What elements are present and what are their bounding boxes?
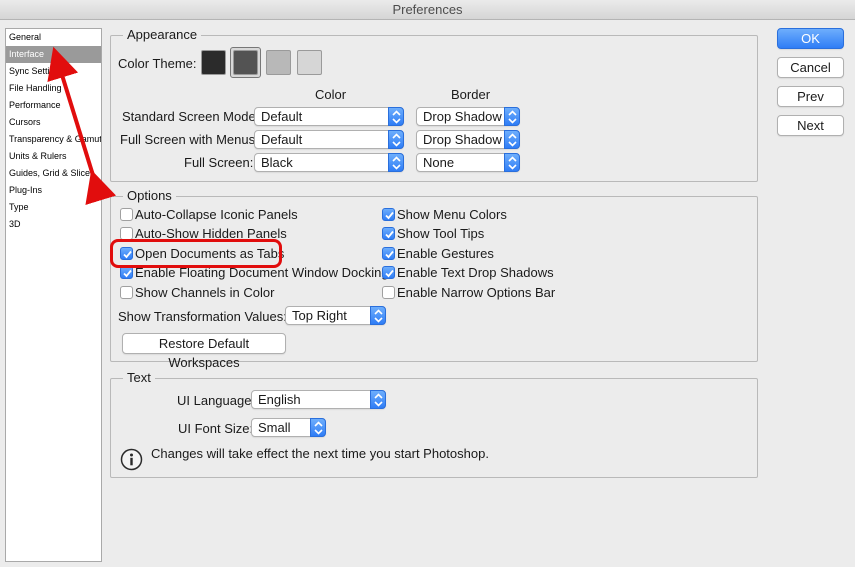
- select-stepper-icon: [370, 390, 386, 409]
- sidebar-item-general[interactable]: General: [6, 29, 101, 46]
- sidebar-item-sync-settings[interactable]: Sync Settings: [6, 63, 101, 80]
- show-tool-tips-label: Show Tool Tips: [397, 226, 485, 241]
- channels-color-label: Show Channels in Color: [135, 285, 275, 300]
- color-column-header: Color: [315, 87, 347, 102]
- sidebar-item-cursors[interactable]: Cursors: [6, 114, 101, 131]
- auto-collapse-label: Auto-Collapse Iconic Panels: [135, 207, 298, 222]
- full-border-select[interactable]: None: [416, 153, 520, 172]
- sidebar-item-file-handling[interactable]: File Handling: [6, 80, 101, 97]
- full-screen-menus-label: Full Screen with Menus:: [120, 132, 259, 147]
- select-stepper-icon: [388, 153, 404, 172]
- text-drop-shadows-label: Enable Text Drop Shadows: [397, 265, 554, 280]
- show-menu-colors-label: Show Menu Colors: [397, 207, 507, 222]
- cancel-button[interactable]: Cancel: [777, 57, 844, 78]
- full-border-value: None: [423, 155, 455, 170]
- sidebar-item-plug-ins[interactable]: Plug-Ins: [6, 182, 101, 199]
- info-message: Changes will take effect the next time y…: [151, 446, 489, 461]
- standard-border-value: Drop Shadow: [423, 109, 502, 124]
- fullmenus-border-select[interactable]: Drop Shadow: [416, 130, 520, 149]
- select-stepper-icon: [370, 306, 386, 325]
- appearance-title: Appearance: [123, 27, 202, 43]
- full-screen-label: Full Screen:: [184, 155, 254, 170]
- sidebar-item-transparency[interactable]: Transparency & Gamut: [6, 131, 101, 148]
- fullmenus-border-value: Drop Shadow: [423, 132, 502, 147]
- narrow-options-bar-checkbox[interactable]: [382, 286, 395, 299]
- sidebar-item-interface[interactable]: Interface: [6, 46, 101, 63]
- theme-swatch-darkest[interactable]: [201, 50, 226, 75]
- enable-gestures-label: Enable Gestures: [397, 246, 494, 261]
- transform-values-label: Show Transformation Values:: [118, 309, 287, 324]
- border-column-header: Border: [451, 87, 491, 102]
- select-stepper-icon: [504, 107, 520, 126]
- ui-language-value: English: [258, 392, 301, 407]
- select-stepper-icon: [388, 107, 404, 126]
- full-color-select[interactable]: Black: [254, 153, 404, 172]
- sidebar-item-3d[interactable]: 3D: [6, 216, 101, 233]
- select-stepper-icon: [388, 130, 404, 149]
- standard-screen-mode-label: Standard Screen Mode:: [122, 109, 260, 124]
- select-stepper-icon: [504, 130, 520, 149]
- standard-border-select[interactable]: Drop Shadow: [416, 107, 520, 126]
- fullmenus-color-value: Default: [261, 132, 303, 147]
- theme-swatch-dark[interactable]: [233, 50, 258, 75]
- checkmark-icon: [385, 250, 394, 259]
- prev-button[interactable]: Prev: [777, 86, 844, 107]
- standard-color-value: Default: [261, 109, 303, 124]
- sidebar-item-units-rulers[interactable]: Units & Rulers: [6, 148, 101, 165]
- theme-swatch-light[interactable]: [266, 50, 291, 75]
- text-drop-shadows-checkbox[interactable]: [382, 266, 395, 279]
- ui-font-size-select[interactable]: Small: [251, 418, 326, 437]
- ui-font-size-value: Small: [258, 420, 291, 435]
- show-tool-tips-checkbox[interactable]: [382, 227, 395, 240]
- narrow-options-bar-label: Enable Narrow Options Bar: [397, 285, 556, 300]
- next-button[interactable]: Next: [777, 115, 844, 136]
- sidebar-item-guides-grid[interactable]: Guides, Grid & Slices: [6, 165, 101, 182]
- ui-language-select[interactable]: English: [251, 390, 386, 409]
- text-group-title: Text: [123, 370, 155, 386]
- checkmark-icon: [385, 211, 394, 220]
- select-stepper-icon: [504, 153, 520, 172]
- transform-values-value: Top Right: [292, 308, 347, 323]
- standard-color-select[interactable]: Default: [254, 107, 404, 126]
- annotation-highlight-box: [110, 239, 282, 268]
- ok-button[interactable]: OK: [777, 28, 844, 49]
- channels-color-checkbox[interactable]: [120, 286, 133, 299]
- full-color-value: Black: [261, 155, 293, 170]
- preferences-category-list[interactable]: General Interface Sync Settings File Han…: [5, 28, 102, 562]
- transform-values-select[interactable]: Top Right: [285, 306, 386, 325]
- color-theme-label: Color Theme:: [118, 56, 197, 71]
- ui-font-size-label: UI Font Size:: [178, 421, 254, 436]
- sidebar-item-performance[interactable]: Performance: [6, 97, 101, 114]
- window-title: Preferences: [0, 0, 855, 20]
- sidebar-item-type[interactable]: Type: [6, 199, 101, 216]
- checkmark-icon: [385, 269, 394, 278]
- select-stepper-icon: [310, 418, 326, 437]
- auto-collapse-checkbox[interactable]: [120, 208, 133, 221]
- show-menu-colors-checkbox[interactable]: [382, 208, 395, 221]
- enable-gestures-checkbox[interactable]: [382, 247, 395, 260]
- checkmark-icon: [123, 269, 132, 278]
- fullmenus-color-select[interactable]: Default: [254, 130, 404, 149]
- options-title: Options: [123, 188, 176, 204]
- restore-workspaces-button[interactable]: Restore Default Workspaces: [122, 333, 286, 370]
- theme-swatch-lightest[interactable]: [297, 50, 322, 75]
- ui-language-label: UI Language:: [177, 393, 256, 408]
- checkmark-icon: [385, 230, 394, 239]
- info-icon: [120, 448, 143, 471]
